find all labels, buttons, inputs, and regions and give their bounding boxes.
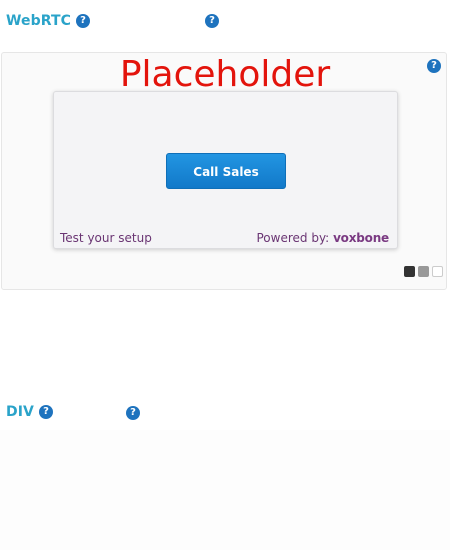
div-secondary-help-icon[interactable]: ? (126, 406, 140, 420)
powered-by: Powered by: voxbone (257, 231, 390, 245)
div-section-title: DIV (6, 404, 34, 420)
div-content-area (0, 430, 450, 550)
div-help-icon[interactable]: ? (39, 405, 53, 419)
powered-by-label: Powered by: (256, 231, 330, 245)
call-sales-button[interactable]: Call Sales (166, 153, 286, 189)
webrtc-secondary-help-icon[interactable]: ? (205, 14, 219, 28)
preview-panel: Placeholder ? Call Sales Test your setup… (1, 52, 447, 290)
webrtc-widget-card: Call Sales Test your setup Powered by: v… (53, 91, 398, 249)
swatch-gray[interactable] (418, 266, 429, 277)
theme-swatches (404, 266, 443, 277)
voxbone-logo[interactable]: voxbone (333, 231, 389, 245)
test-setup-link[interactable]: Test your setup (60, 231, 152, 245)
swatch-white[interactable] (432, 266, 443, 277)
webrtc-section-title: WebRTC (6, 13, 72, 29)
preview-help-icon[interactable]: ? (427, 59, 441, 73)
page: WebRTC ? ? Placeholder ? Call Sales Test… (0, 0, 450, 550)
swatch-dark[interactable] (404, 266, 415, 277)
webrtc-help-icon[interactable]: ? (76, 14, 90, 28)
